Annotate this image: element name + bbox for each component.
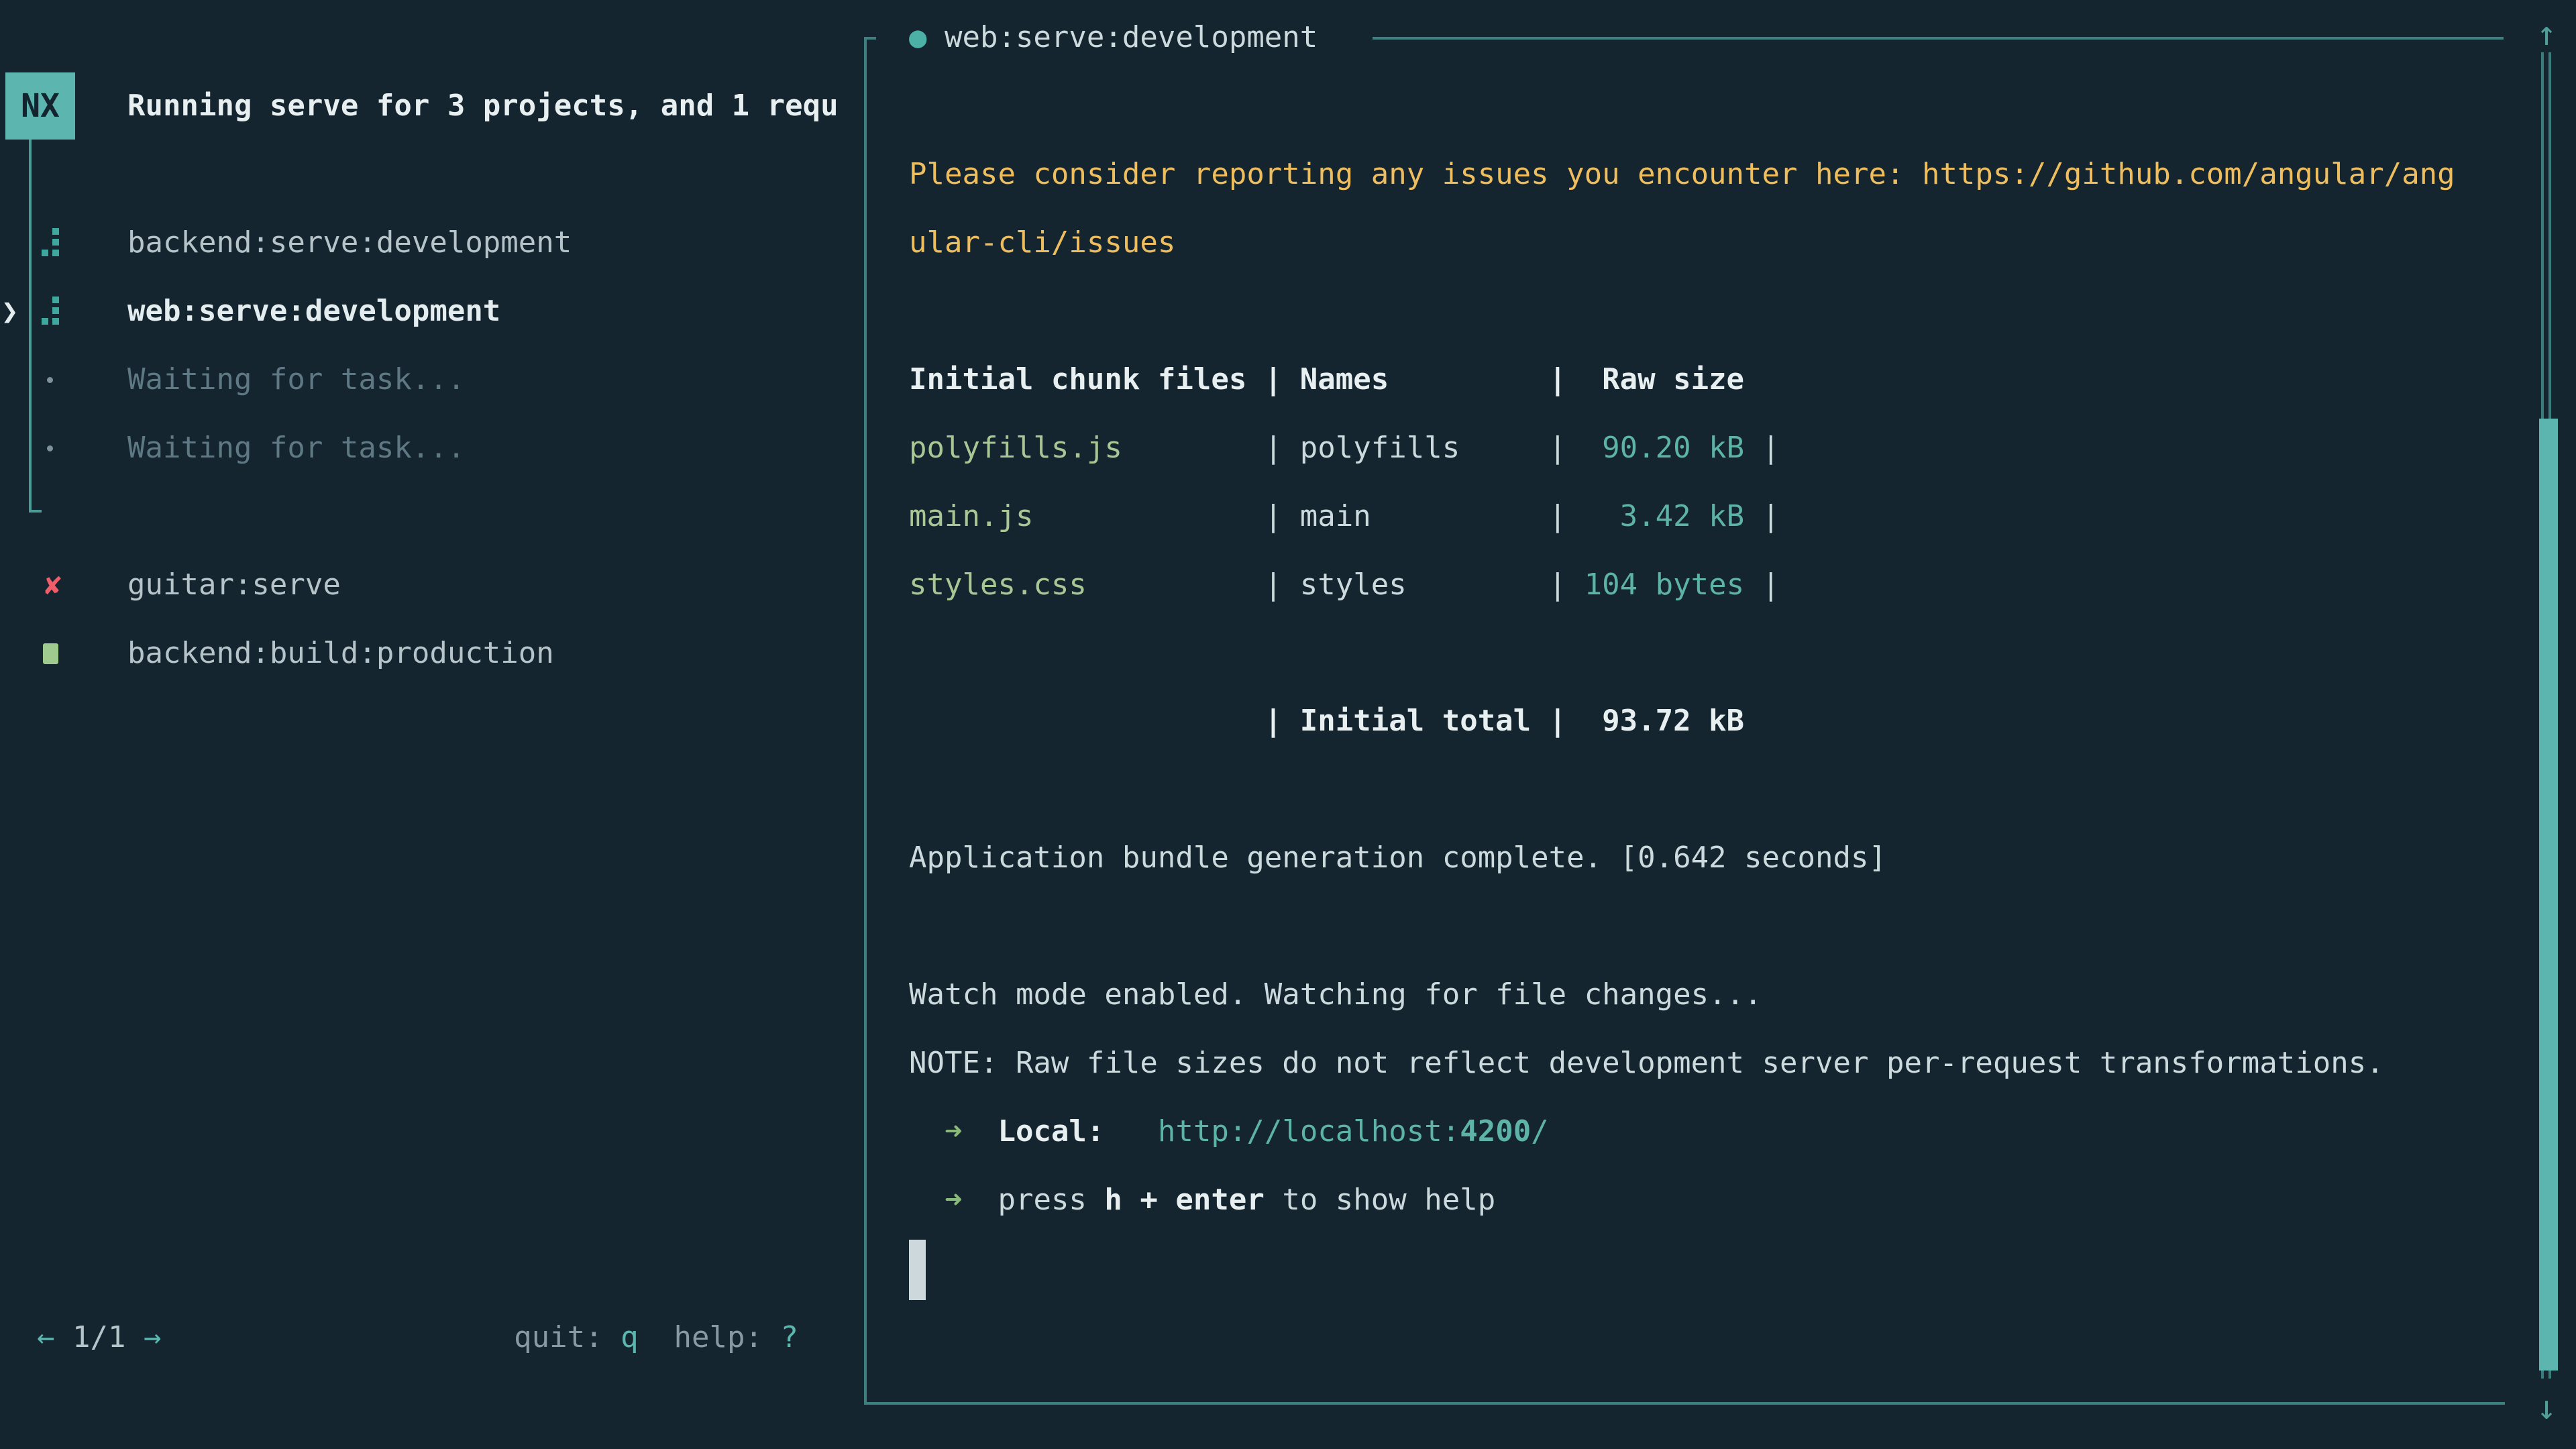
sidebar-task-waiting-for-task-[interactable]: Waiting for task... [0,414,852,482]
terminal-text [962,1183,998,1217]
quit-hint-label: quit: [514,1320,621,1354]
terminal-line-1 [909,72,2479,140]
terminal-text [962,1114,998,1148]
terminal-line-0: ● web:serve:development [909,3,2479,72]
terminal-line-8: styles.css | styles | 104 bytes | [909,551,2479,619]
terminal-text: h + enter [1104,1183,1264,1217]
task-label: Waiting for task... [127,431,465,465]
panel-top-border-stub [864,37,876,40]
terminal-text: | Initial total | 93.72 kB [909,704,1744,738]
pager-prev-arrow-icon[interactable]: ← [37,1320,55,1354]
localhost-link[interactable]: / [1531,1114,1549,1148]
sidebar-footer: ← 1/1 → quit: q help: ? [37,1303,798,1371]
terminal-text: Watch mode enabled. Watching for file ch… [909,977,1762,1012]
task-status-dot-icon [42,432,64,464]
task-status-cross-icon: ✘ [42,569,64,601]
finished-task-list: ✘ guitar:serve backend:build:production [0,551,852,688]
task-label: web:serve:development [127,294,500,328]
terminal-text [909,1183,945,1217]
panel-bottom-border [864,1402,2505,1405]
terminal-text: Local: [998,1114,1104,1148]
sidebar-task-waiting-for-task-[interactable]: Waiting for task... [0,345,852,414]
sidebar-task-backend-build-production[interactable]: backend:build:production [0,619,852,688]
terminal-line-18 [909,1234,2479,1303]
terminal-text: Application bundle generation complete. … [909,841,1886,875]
terminal-text [909,1114,945,1148]
task-status-spinner-icon [42,227,64,259]
terminal-text: ➜ [945,1183,963,1217]
terminal-text: 90.20 kB [1566,431,1744,465]
terminal-text: | polyfills | [1122,431,1566,465]
help-key: ? [781,1320,799,1354]
terminal-text: press [998,1183,1104,1217]
localhost-link[interactable]: 4200 [1460,1114,1531,1148]
github-issues-link[interactable]: ular-cli/issues [909,225,1175,260]
terminal-line-10: | Initial total | 93.72 kB [909,687,2479,755]
sidebar-task-web-serve-development[interactable]: ❯ web:serve:development [0,277,852,345]
task-label: backend:serve:development [127,225,572,260]
terminal-text: | [1744,568,1780,602]
terminal-line-9 [909,619,2479,687]
terminal-line-13 [909,892,2479,961]
terminal-line-2: Please consider reporting any issues you… [909,140,2479,209]
task-tree-line-foot [29,510,42,513]
localhost-link[interactable]: http://localhost: [1158,1114,1460,1148]
terminal-text: styles.css [909,568,1087,602]
pager: ← 1/1 → [37,1320,161,1354]
task-label: Waiting for task... [127,362,465,396]
panel-left-border [864,37,867,1404]
sidebar-task-backend-serve-development[interactable]: backend:serve:development [0,209,852,277]
terminal-line-3: ular-cli/issues [909,209,2479,277]
terminal-line-11 [909,755,2479,824]
task-label: guitar:serve [127,568,341,602]
terminal-text: | main | [1033,499,1566,533]
terminal-text: main.js [909,499,1033,533]
terminal-text: | [1744,431,1780,465]
terminal-text: NOTE: Raw file sizes do not reflect deve… [909,1046,2384,1080]
terminal-line-17: ➜ press h + enter to show help [909,1166,2479,1234]
terminal-text: Please consider reporting any issues you… [909,157,1922,191]
terminal-line-4 [909,277,2479,345]
scroll-down-icon[interactable]: ↓ [2525,1381,2568,1434]
pager-next-arrow-icon[interactable]: → [144,1320,162,1354]
terminal-line-16: ➜ Local: http://localhost:4200/ [909,1097,2479,1166]
help-hint-label: help: [639,1320,781,1354]
terminal-text: 3.42 kB [1566,499,1744,533]
terminal-line-7: main.js | main | 3.42 kB | [909,482,2479,551]
task-label: backend:build:production [127,636,554,670]
task-status-spinner-icon [42,295,64,327]
terminal-text [1104,1114,1157,1148]
sidebar-task-guitar-serve[interactable]: ✘ guitar:serve [0,551,852,619]
terminal-text: to show help [1265,1183,1495,1217]
terminal-line-6: polyfills.js | polyfills | 90.20 kB | [909,414,2479,482]
github-issues-link[interactable]: https://github.com/angular/ang [1922,157,2455,191]
pager-page-number: 1/1 [72,1320,125,1354]
page-title: Running serve for 3 projects, and 1 requ [127,72,855,140]
selected-task-chevron-icon: ❯ [1,294,18,327]
scrollbar-thumb[interactable] [2539,419,2558,1371]
terminal-line-14: Watch mode enabled. Watching for file ch… [909,961,2479,1029]
terminal-text: | styles | [1087,568,1566,602]
terminal-output: ● web:serve:development Please consider r… [909,3,2479,1303]
terminal-text: | [1744,499,1780,533]
terminal-text: ➜ [945,1114,963,1148]
terminal-line-5: Initial chunk files | Names | Raw size [909,345,2479,414]
pager-page-indicator [55,1320,73,1354]
nx-terminal-ui: NX Running serve for 3 projects, and 1 r… [0,0,2576,1449]
running-task-list: backend:serve:development ❯ web:serve:deve… [0,209,852,482]
quit-key: q [621,1320,639,1354]
terminal-text: web:serve:development [945,20,1318,54]
keyboard-hints: quit: q help: ? [514,1320,798,1354]
terminal-text: 104 bytes [1566,568,1744,602]
task-status-square-icon [42,637,64,669]
terminal-text: polyfills.js [909,431,1122,465]
terminal-text: Initial chunk files | Names | Raw size [909,362,1744,396]
terminal-line-15: NOTE: Raw file sizes do not reflect deve… [909,1029,2479,1097]
terminal-cursor [909,1240,926,1300]
nx-logo: NX [5,72,75,140]
terminal-line-12: Application bundle generation complete. … [909,824,2479,892]
task-status-dot-icon [42,364,64,396]
terminal-text: ● [909,20,945,54]
